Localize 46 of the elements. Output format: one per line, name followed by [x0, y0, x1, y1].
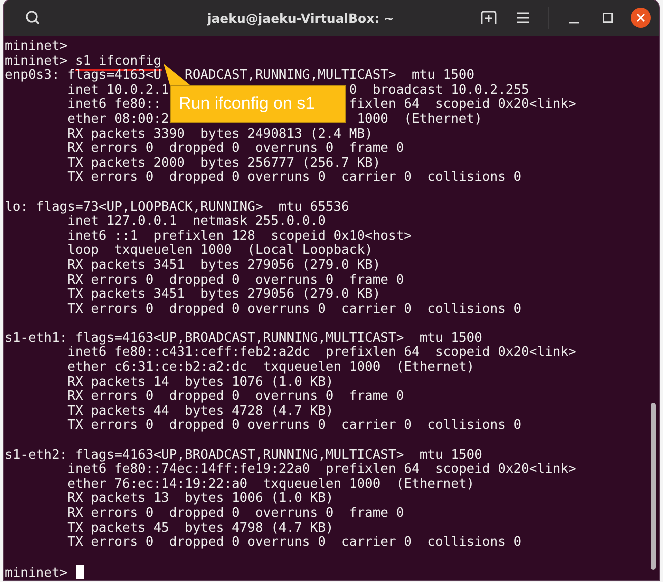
- terminal-line: RX packets 3451 bytes 279056 (279.0 KB): [66, 258, 381, 273]
- window-title: jaeku@jaeku-VirtualBox: ~: [206, 10, 396, 26]
- close-icon: [637, 14, 645, 22]
- terminal-line: TX errors 0 dropped 0 overruns 0 carrier 0 collisions 0: [66, 418, 522, 434]
- terminal-line: s1-eth2: flags=4163<UP,BROADCAST,RUNNING,MULTICAST> mtu 1500: [5, 448, 482, 463]
- terminal-line: 0 broadcast 10.0.2.255: [349, 84, 530, 98]
- terminal-line: RX packets 14 bytes 1076 (1.0 KB): [66, 374, 334, 390]
- terminal-line: TX errors 0 dropped 0 overruns 0 carrier 0 collisions 0: [66, 170, 522, 186]
- terminal-line: inet6 ::1 prefixlen 128 scopeid 0x10<host>: [66, 228, 412, 244]
- terminal-line: TX packets 44 bytes 4728 (4.7 KB): [66, 404, 334, 419]
- terminal-line: lo: flags=73<UP,LOOPBACK,RUNNING> mtu 65536: [5, 200, 350, 215]
- terminal-line: RX packets 13 bytes 1006 (1.0 KB): [66, 491, 334, 506]
- terminal-line: ether 76:ec:14:19:22:a0 txqueuelen 1000 (Ethernet): [66, 476, 475, 492]
- terminal-line: RX errors 0 dropped 0 overruns 0 frame 0: [66, 141, 404, 156]
- terminal-line: mininet>: [5, 39, 68, 54]
- terminal-line: loop txqueuelen 1000 (Local Loopback): [66, 243, 373, 258]
- terminal-line: enp0s3: flags=4163<U: [5, 68, 162, 84]
- terminal-line: RX errors 0 dropped 0 overruns 0 frame 0: [66, 389, 404, 404]
- terminal-line: inet 127.0.0.1 netmask 255.0.0.0: [66, 214, 326, 230]
- terminal-line: TX errors 0 dropped 0 overruns 0 carrier 0 collisions 0: [66, 302, 522, 317]
- terminal-line: RX errors 0 dropped 0 overruns 0 frame 0: [66, 272, 404, 288]
- scrollbar-thumb[interactable]: [651, 403, 656, 570]
- menu-icon: [516, 12, 530, 24]
- prompt: mininet>: [5, 566, 68, 580]
- terminal-line: fixlen 64 scopeid 0x20<link>: [349, 98, 576, 113]
- prompt: mininet>: [5, 54, 68, 69]
- terminal-line: 1000 (Ethernet): [357, 112, 482, 128]
- terminal-line: RX errors 0 dropped 0 overruns 0 frame 0: [66, 506, 404, 521]
- terminal-line: RX packets 3390 bytes 2490813 (2.4 MB): [66, 126, 373, 142]
- terminal-line: TX errors 0 dropped 0 overruns 0 carrier 0 collisions 0: [66, 535, 522, 550]
- terminal-line: ROADCAST,RUNNING,MULTICAST> mtu 1500: [185, 69, 475, 84]
- new-tab-icon: [481, 11, 497, 25]
- minimize-icon: [569, 22, 579, 24]
- terminal-line: ether c6:31:ce:b2:a2:dc txqueuelen 1000 (Ethernet): [66, 360, 475, 376]
- terminal-line: TX packets 45 bytes 4798 (4.7 KB): [66, 520, 334, 536]
- terminal-line: TX packets 3451 bytes 279056 (279.0 KB): [66, 287, 381, 302]
- terminal-line: TX packets 2000 bytes 256777 (256.7 KB): [66, 156, 381, 171]
- terminal-line: inet6 fe80::: [66, 97, 162, 112]
- terminal-line: inet 10.0.2.1: [66, 82, 170, 98]
- search-icon: [25, 10, 41, 26]
- terminal-line: inet6 fe80::c431:ceff:feb2:a2dc prefixlen 64 scopeid 0x20<link>: [66, 345, 576, 360]
- terminal-line: ether 08:00:2: [66, 112, 170, 127]
- close-button[interactable]: [631, 8, 651, 28]
- maximize-icon: [603, 13, 613, 23]
- terminal-line: s1-eth1: flags=4163<UP,BROADCAST,RUNNING,MULTICAST> mtu 1500: [5, 330, 482, 346]
- terminal-line: inet6 fe80::74ec:14ff:fe19:22a0 prefixlen 64 scopeid 0x20<link>: [66, 462, 576, 478]
